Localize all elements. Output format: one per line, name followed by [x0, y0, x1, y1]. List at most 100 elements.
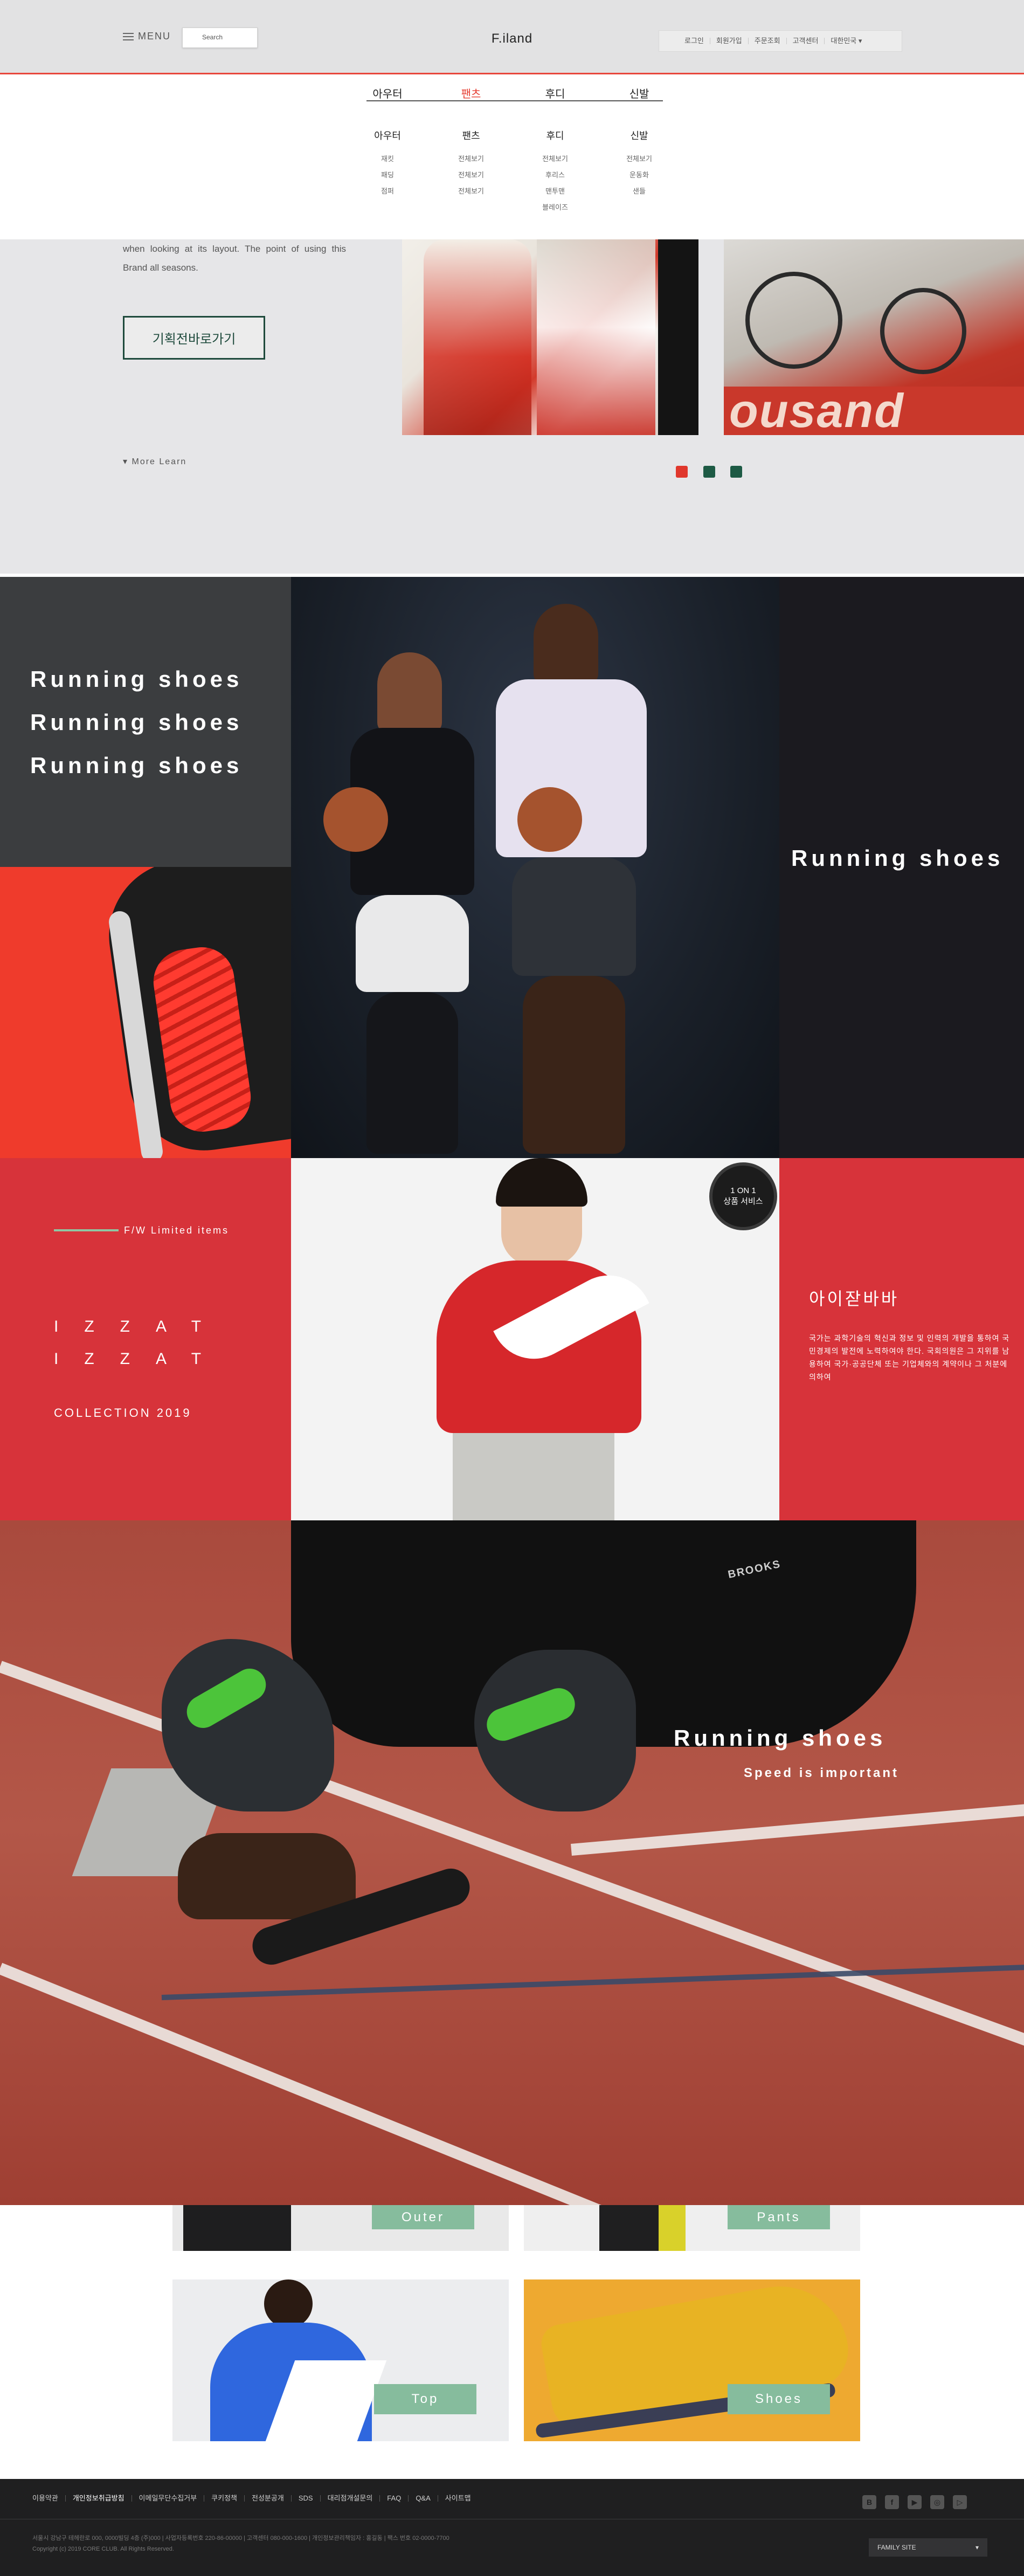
running-shoes-heading: Running shoes	[791, 845, 1004, 871]
menu-column-hoodie: 후디 전체보기 후리스 맨투맨 블레이즈	[523, 128, 587, 216]
badge-top-text: 1 ON 1	[730, 1186, 756, 1195]
player-shorts	[512, 857, 636, 976]
family-site-label: FAMILY SITE	[877, 2544, 916, 2551]
menu-item[interactable]: 샌들	[607, 183, 672, 199]
category-card-pants[interactable]: Pants	[524, 2205, 860, 2251]
tab-underline	[366, 100, 663, 101]
menu-item[interactable]: 점퍼	[355, 183, 420, 199]
model-figure	[537, 239, 655, 435]
menu-button[interactable]: MENU	[123, 31, 171, 42]
accent-line	[54, 1229, 119, 1231]
footer-link-terms[interactable]: 이용약관	[32, 2495, 66, 2502]
footer-link-sds[interactable]: SDS	[292, 2495, 321, 2502]
menu-item[interactable]: 전체보기	[523, 151, 587, 167]
youtube-icon[interactable]: ▶	[908, 2495, 922, 2509]
category-card-shoes[interactable]: Shoes	[524, 2279, 860, 2441]
family-site-select[interactable]: FAMILY SITE ▾	[869, 2538, 987, 2557]
customer-center-link[interactable]: 고객센터	[787, 37, 825, 44]
login-link[interactable]: 로그인	[679, 37, 710, 44]
brand-title: 아이잗바바	[809, 1289, 900, 1308]
menu-item[interactable]: 전체보기	[439, 167, 503, 183]
shoe-closeup-image[interactable]	[0, 867, 291, 1158]
site-header: MENU Search F.iland 로그인 회원가입 주문조회 고객센터 대…	[0, 0, 1024, 74]
promotion-button[interactable]: 기획전바로가기	[123, 316, 265, 360]
photo-banner-text: ousand	[724, 387, 1024, 435]
pants-button[interactable]: Pants	[728, 2205, 830, 2229]
player-legs	[366, 992, 458, 1154]
footer-link-cookie[interactable]: 쿠키정책	[204, 2495, 245, 2502]
column-title: 신발	[630, 130, 648, 141]
footer-links: 이용약관 개인정보취급방침 이메일무단수집거부 쿠키정책 전성분공개 SDS 대…	[32, 2495, 478, 2502]
menu-item[interactable]: 전체보기	[439, 183, 503, 199]
column-title: 후디	[546, 130, 564, 141]
category-card-top[interactable]: Top	[172, 2279, 509, 2441]
footer-link-ingredients[interactable]: 전성분공개	[245, 2495, 292, 2502]
menu-item[interactable]: 맨투맨	[523, 183, 587, 199]
hero-photo-jackets	[402, 239, 698, 435]
tab-shoes[interactable]: 신발	[607, 85, 672, 101]
search-input[interactable]: Search	[182, 27, 258, 48]
footer-link-sitemap[interactable]: 사이트맵	[438, 2495, 478, 2502]
footer-link-faq[interactable]: FAQ	[380, 2495, 409, 2502]
menu-column-pants: 팬츠 전체보기 전체보기 전체보기	[439, 128, 503, 199]
footer-link-agency[interactable]: 대리점개설문의	[321, 2495, 380, 2502]
column-title: 아우터	[374, 130, 401, 141]
shoes-button[interactable]: Shoes	[728, 2384, 830, 2414]
model-pants	[453, 1433, 614, 1520]
running-shoes-panel: Running shoes Running shoes Running shoe…	[0, 577, 291, 867]
menu-column-shoes: 신발 전체보기 운동화 샌들	[607, 128, 672, 199]
more-learn-label: More Learn	[132, 457, 187, 466]
footer-link-qna[interactable]: Q&A	[409, 2495, 438, 2502]
copyright: Copyright (c) 2019 CORE CLUB. All Rights…	[32, 2546, 174, 2552]
footer-link-privacy[interactable]: 개인정보취급방침	[66, 2495, 132, 2502]
signup-link[interactable]: 회원가입	[710, 37, 749, 44]
tab-hoodie[interactable]: 후디	[523, 85, 587, 101]
more-learn-link[interactable]: ▾ More Learn	[123, 456, 186, 467]
slider-dot-1[interactable]	[676, 466, 688, 478]
caret-down-icon: ▾	[123, 457, 129, 466]
menu-item[interactable]: 전체보기	[607, 151, 672, 167]
outer-button[interactable]: Outer	[372, 2205, 474, 2229]
menu-label: MENU	[138, 31, 171, 42]
izzat-title: IZZAT	[54, 1318, 227, 1335]
slider-dot-3[interactable]	[730, 466, 742, 478]
menu-item[interactable]: 후리스	[523, 167, 587, 183]
model-hair	[496, 1158, 587, 1207]
badge-bottom-text: 상품 서비스	[723, 1197, 763, 1206]
menu-item[interactable]: 재킷	[355, 151, 420, 167]
menu-column-outer: 아우터 재킷 패딩 점퍼	[355, 128, 420, 199]
model-figure	[424, 239, 531, 435]
facebook-icon[interactable]: f	[885, 2495, 899, 2509]
model-sweater-image[interactable]: 1 ON 1 상품 서비스	[291, 1158, 779, 1520]
instagram-icon[interactable]: ◎	[930, 2495, 944, 2509]
play-icon[interactable]: ▷	[953, 2495, 967, 2509]
social-links: B f ▶ ◎ ▷	[862, 2495, 967, 2509]
category-card-outer[interactable]: Outer	[172, 2205, 509, 2251]
tab-outer[interactable]: 아우터	[355, 85, 420, 101]
izzat-title: IZZAT	[54, 1350, 227, 1368]
tab-pants[interactable]: 팬츠	[439, 85, 503, 101]
menu-item[interactable]: 블레이즈	[523, 199, 587, 216]
product-photo	[659, 2205, 686, 2251]
company-info: 서울시 강남구 테헤란로 000, 0000빌딩 4층 (주)000 | 사업자…	[32, 2533, 449, 2554]
running-shoes-line: Running shoes	[30, 753, 243, 778]
limited-items-label: F/W Limited items	[124, 1225, 230, 1236]
site-logo[interactable]: F.iland	[485, 31, 539, 46]
runner-hand	[178, 1833, 356, 1919]
menu-item[interactable]: 운동화	[607, 167, 672, 183]
track-subtitle: Speed is important	[744, 1766, 900, 1780]
column-title: 팬츠	[462, 130, 480, 141]
slider-dot-2[interactable]	[703, 466, 715, 478]
menu-item[interactable]: 패딩	[355, 167, 420, 183]
bicycle-wheel	[880, 288, 966, 374]
blog-icon[interactable]: B	[862, 2495, 876, 2509]
order-lookup-link[interactable]: 주문조회	[749, 37, 787, 44]
footer-link-email[interactable]: 이메일무단수집거부	[132, 2495, 205, 2502]
site-footer: 이용약관 개인정보취급방침 이메일무단수집거부 쿠키정책 전성분공개 SDS 대…	[0, 2479, 1024, 2576]
basketball-players-image[interactable]	[291, 577, 779, 1158]
menu-item[interactable]: 전체보기	[439, 151, 503, 167]
product-photo	[599, 2205, 659, 2251]
country-select[interactable]: 대한민국 ▾	[825, 37, 868, 44]
top-button[interactable]: Top	[374, 2384, 476, 2414]
brand-intro-panel: 아이잗바바 국가는 과학기술의 혁신과 정보 및 인력의 개발을 통하여 국민경…	[779, 1158, 1024, 1520]
